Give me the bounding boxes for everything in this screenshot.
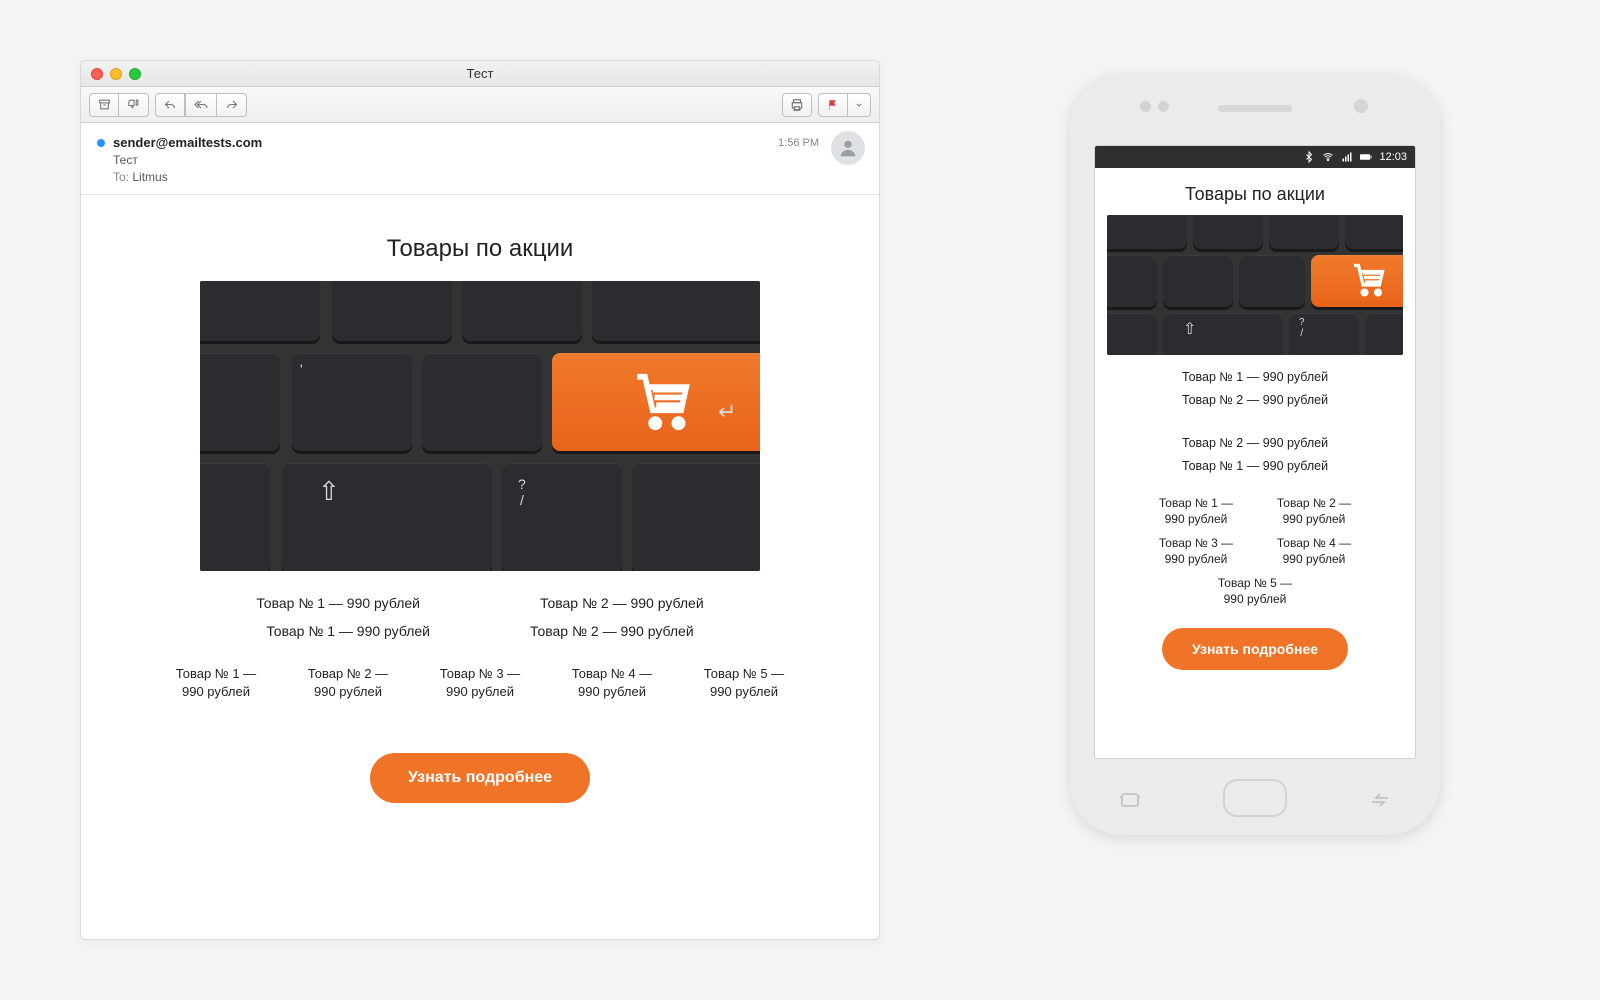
hero-image: ' ↵ ⇧ ?/ [200, 281, 760, 571]
product-list-b: Товар № 2 — 990 рублей Товар № 1 — 990 р… [1107, 435, 1403, 475]
forward-button[interactable] [217, 93, 247, 117]
product-item: Товар № 3 —990 рублей [1146, 535, 1246, 567]
reply-button[interactable] [155, 93, 185, 117]
reply-all-button[interactable] [185, 93, 217, 117]
mail-toolbar [81, 87, 879, 123]
product-item: Товар № 4 —990 рублей [1264, 535, 1364, 567]
recent-apps-icon [1118, 788, 1142, 812]
user-icon [837, 137, 859, 159]
to-value: Litmus [132, 170, 167, 184]
email-heading: Товары по акции [81, 235, 879, 263]
hero-image: ⇧ ?/ [1107, 215, 1403, 355]
phone-screen: 12:03 Товары по акции [1094, 145, 1416, 759]
product-row-2: Товар № 1 — 990 рублей Товар № 2 — 990 р… [81, 623, 879, 639]
home-button[interactable] [1223, 779, 1287, 817]
subject-text: Тест [113, 153, 138, 167]
product-item: Товар № 3 —990 рублей [425, 665, 535, 701]
thumbs-down-icon [127, 98, 140, 111]
product-item: Товар № 1 —990 рублей [161, 665, 271, 701]
avatar [831, 131, 865, 165]
product-item: Товар № 1 — 990 рублей [256, 595, 420, 611]
cart-icon [630, 369, 696, 431]
to-label: To: [113, 170, 129, 184]
back-button[interactable] [1368, 788, 1392, 808]
product-grid-row-3: Товар № 5 —990 рублей [1107, 575, 1403, 607]
status-time: 12:03 [1379, 151, 1407, 163]
product-grid-row-2: Товар № 3 —990 рублей Товар № 4 —990 руб… [1107, 535, 1403, 567]
cta-button[interactable]: Узнать подробнее [370, 753, 590, 803]
back-icon [1368, 788, 1392, 812]
unread-dot-icon [97, 139, 105, 147]
product-item: Товар № 1 —990 рублей [1146, 495, 1246, 527]
battery-icon [1360, 151, 1372, 163]
product-item: Товар № 5 —990 рублей [1205, 575, 1305, 607]
product-row-3: Товар № 1 —990 рублей Товар № 2 —990 руб… [81, 665, 879, 701]
cta-button[interactable]: Узнать подробнее [1162, 628, 1348, 670]
print-button[interactable] [782, 93, 812, 117]
product-item: Товар № 2 — 990 рублей [540, 595, 704, 611]
reply-icon [163, 99, 177, 111]
product-item: Товар № 1 — 990 рублей [1107, 369, 1403, 386]
window-titlebar: Тест [81, 61, 879, 87]
product-list-a: Товар № 1 — 990 рублей Товар № 2 — 990 р… [1107, 369, 1403, 409]
junk-button[interactable] [119, 93, 149, 117]
product-item: Товар № 4 —990 рублей [557, 665, 667, 701]
flag-icon [827, 98, 839, 112]
product-item: Товар № 2 —990 рублей [1264, 495, 1364, 527]
forward-icon [225, 99, 239, 111]
archive-button[interactable] [89, 93, 119, 117]
product-item: Товар № 1 — 990 рублей [266, 623, 430, 639]
mail-window: Тест [80, 60, 880, 940]
status-bar: 12:03 [1095, 146, 1415, 168]
product-item: Товар № 5 —990 рублей [689, 665, 799, 701]
product-item: Товар № 2 — 990 рублей [1107, 435, 1403, 452]
phone-mock: 12:03 Товары по акции [1070, 75, 1440, 835]
message-time: 1:56 PM [778, 137, 819, 149]
product-item: Товар № 1 — 990 рублей [1107, 458, 1403, 475]
window-title: Тест [81, 66, 879, 81]
wifi-icon [1322, 151, 1334, 163]
product-row-1: Товар № 1 — 990 рублей Товар № 2 — 990 р… [81, 595, 879, 611]
message-header: sender@emailtests.com Тест To: Litmus 1:… [81, 123, 879, 195]
bluetooth-icon [1303, 151, 1315, 163]
archive-icon [98, 98, 111, 111]
printer-icon [790, 98, 804, 112]
email-body: Товары по акции ' ↵ [81, 195, 879, 843]
phone-nav-bar [1070, 779, 1440, 817]
product-item: Товар № 2 —990 рублей [293, 665, 403, 701]
product-item: Товар № 2 — 990 рублей [1107, 392, 1403, 409]
flag-more-button[interactable] [848, 93, 871, 117]
email-heading: Товары по акции [1107, 184, 1403, 205]
chevron-down-icon [855, 101, 863, 109]
signal-icon [1341, 151, 1353, 163]
flag-button[interactable] [818, 93, 848, 117]
product-grid-row-1: Товар № 1 —990 рублей Товар № 2 —990 руб… [1107, 495, 1403, 527]
product-item: Товар № 2 — 990 рублей [530, 623, 694, 639]
reply-all-icon [193, 99, 209, 111]
recent-apps-button[interactable] [1118, 788, 1142, 808]
sender-address: sender@emailtests.com [113, 135, 262, 150]
